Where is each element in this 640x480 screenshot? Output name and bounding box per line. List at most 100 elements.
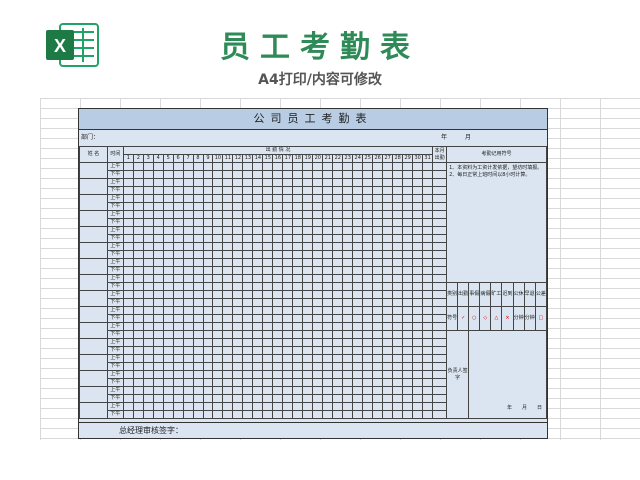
attendance-cell[interactable] <box>312 290 324 299</box>
attendance-cell[interactable] <box>242 354 254 363</box>
attendance-cell[interactable] <box>382 226 394 235</box>
attendance-cell[interactable] <box>372 298 384 307</box>
attendance-cell[interactable] <box>342 234 354 243</box>
attendance-cell[interactable] <box>162 370 174 379</box>
attendance-cell[interactable] <box>302 362 314 371</box>
attendance-cell[interactable] <box>132 250 144 259</box>
attendance-cell[interactable] <box>262 202 274 211</box>
attendance-cell[interactable] <box>132 362 144 371</box>
attendance-cell[interactable] <box>222 370 234 379</box>
attendance-cell[interactable] <box>372 234 384 243</box>
attendance-cell[interactable] <box>332 242 344 251</box>
attendance-cell[interactable] <box>282 274 294 283</box>
attendance-cell[interactable] <box>402 338 414 347</box>
attendance-cell[interactable] <box>122 186 134 195</box>
attendance-cell[interactable] <box>302 346 314 355</box>
attendance-cell[interactable] <box>142 330 154 339</box>
attendance-cell[interactable] <box>342 378 354 387</box>
attendance-cell[interactable] <box>242 234 254 243</box>
attendance-cell[interactable] <box>142 170 154 179</box>
attendance-cell[interactable] <box>242 298 254 307</box>
monthly-total-cell[interactable] <box>432 170 448 179</box>
attendance-cell[interactable] <box>242 226 254 235</box>
attendance-cell[interactable] <box>402 218 414 227</box>
attendance-cell[interactable] <box>132 194 144 203</box>
supervisor-sign-area[interactable]: 年月日 <box>468 330 547 419</box>
attendance-cell[interactable] <box>222 410 234 419</box>
attendance-cell[interactable] <box>262 394 274 403</box>
attendance-cell[interactable] <box>192 306 204 315</box>
attendance-cell[interactable] <box>332 170 344 179</box>
attendance-cell[interactable] <box>162 226 174 235</box>
attendance-cell[interactable] <box>152 314 164 323</box>
attendance-cell[interactable] <box>232 338 244 347</box>
attendance-cell[interactable] <box>242 394 254 403</box>
attendance-cell[interactable] <box>402 362 414 371</box>
attendance-cell[interactable] <box>182 370 194 379</box>
attendance-cell[interactable] <box>382 186 394 195</box>
attendance-cell[interactable] <box>132 162 144 171</box>
employee-name-cell[interactable] <box>79 322 108 339</box>
attendance-cell[interactable] <box>402 242 414 251</box>
attendance-cell[interactable] <box>122 322 134 331</box>
attendance-cell[interactable] <box>272 370 284 379</box>
attendance-cell[interactable] <box>222 330 234 339</box>
attendance-cell[interactable] <box>232 186 244 195</box>
attendance-cell[interactable] <box>252 202 264 211</box>
attendance-cell[interactable] <box>292 338 304 347</box>
attendance-cell[interactable] <box>192 346 204 355</box>
attendance-cell[interactable] <box>152 402 164 411</box>
attendance-cell[interactable] <box>302 170 314 179</box>
attendance-cell[interactable] <box>412 258 424 267</box>
monthly-total-cell[interactable] <box>432 234 448 243</box>
attendance-cell[interactable] <box>132 218 144 227</box>
attendance-cell[interactable] <box>302 242 314 251</box>
attendance-cell[interactable] <box>152 386 164 395</box>
attendance-cell[interactable] <box>412 170 424 179</box>
attendance-cell[interactable] <box>352 250 364 259</box>
attendance-cell[interactable] <box>392 186 404 195</box>
attendance-cell[interactable] <box>222 298 234 307</box>
attendance-cell[interactable] <box>262 370 274 379</box>
attendance-cell[interactable] <box>172 362 184 371</box>
attendance-cell[interactable] <box>342 170 354 179</box>
attendance-cell[interactable] <box>422 378 434 387</box>
attendance-cell[interactable] <box>282 330 294 339</box>
attendance-cell[interactable] <box>352 226 364 235</box>
attendance-cell[interactable] <box>222 242 234 251</box>
attendance-cell[interactable] <box>332 386 344 395</box>
attendance-cell[interactable] <box>212 330 224 339</box>
attendance-cell[interactable] <box>402 346 414 355</box>
attendance-cell[interactable] <box>342 330 354 339</box>
attendance-cell[interactable] <box>292 394 304 403</box>
attendance-cell[interactable] <box>192 274 204 283</box>
employee-name-cell[interactable] <box>79 258 108 275</box>
attendance-cell[interactable] <box>342 338 354 347</box>
attendance-cell[interactable] <box>172 338 184 347</box>
attendance-cell[interactable] <box>282 410 294 419</box>
attendance-cell[interactable] <box>422 194 434 203</box>
attendance-cell[interactable] <box>392 282 404 291</box>
attendance-cell[interactable] <box>142 306 154 315</box>
attendance-cell[interactable] <box>152 250 164 259</box>
attendance-cell[interactable] <box>272 314 284 323</box>
attendance-cell[interactable] <box>212 210 224 219</box>
attendance-cell[interactable] <box>162 258 174 267</box>
attendance-cell[interactable] <box>172 274 184 283</box>
attendance-cell[interactable] <box>252 370 264 379</box>
attendance-cell[interactable] <box>272 218 284 227</box>
monthly-total-cell[interactable] <box>432 346 448 355</box>
attendance-cell[interactable] <box>242 162 254 171</box>
attendance-cell[interactable] <box>262 410 274 419</box>
attendance-cell[interactable] <box>152 258 164 267</box>
attendance-cell[interactable] <box>302 234 314 243</box>
attendance-cell[interactable] <box>142 258 154 267</box>
attendance-cell[interactable] <box>222 258 234 267</box>
attendance-cell[interactable] <box>422 394 434 403</box>
attendance-cell[interactable] <box>282 186 294 195</box>
attendance-cell[interactable] <box>172 266 184 275</box>
attendance-cell[interactable] <box>312 202 324 211</box>
attendance-cell[interactable] <box>322 314 334 323</box>
attendance-cell[interactable] <box>352 266 364 275</box>
attendance-cell[interactable] <box>252 378 264 387</box>
